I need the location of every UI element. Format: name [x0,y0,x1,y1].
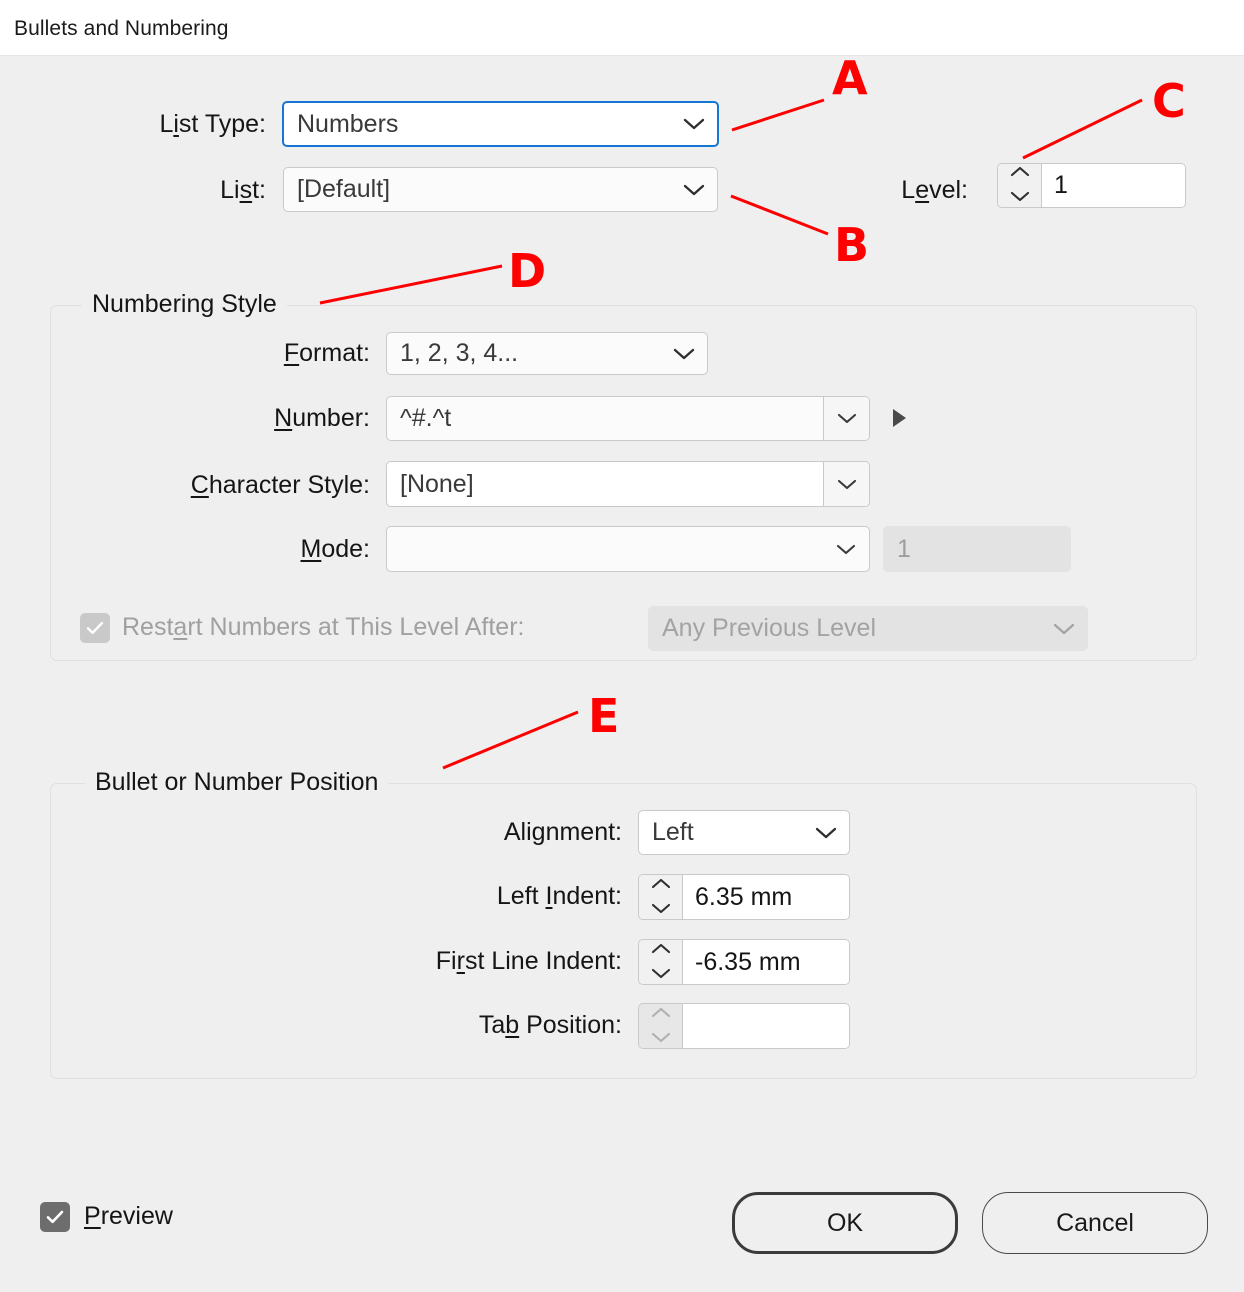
chevron-down-icon[interactable] [661,333,707,374]
mode-start-at-field: 1 [883,526,1071,572]
number-combobox[interactable]: ^#.^t [386,396,870,441]
level-label: Level: [901,176,968,204]
first-line-indent-spinner[interactable]: -6.35 mm [638,939,850,985]
ok-button[interactable]: OK [732,1192,958,1254]
chevron-down-icon[interactable] [651,1030,671,1048]
annotation-label-c: C [1152,74,1186,128]
bullet-position-group [50,783,1197,1079]
mode-combobox[interactable] [386,526,870,572]
character-style-combobox[interactable]: [None] [386,461,870,507]
tab-position-spinner-arrows[interactable] [639,1004,683,1048]
annotation-label-e: E [588,689,620,743]
chevron-down-icon[interactable] [671,168,717,211]
annotation-line-c [1022,98,1143,160]
format-value: 1, 2, 3, 4... [400,339,519,367]
left-indent-spinner[interactable]: 6.35 mm [638,874,850,920]
chevron-down-icon[interactable] [651,901,671,919]
chevron-down-icon[interactable] [823,462,869,506]
chevron-up-icon[interactable] [651,941,671,959]
annotation-label-d: D [508,244,547,298]
restart-numbers-checkbox[interactable] [80,613,110,643]
number-label: Number: [274,404,370,432]
checkmark-icon [85,620,105,636]
number-value: ^#.^t [400,404,452,432]
first-line-indent-label: First Line Indent: [435,947,622,975]
left-indent-input[interactable]: 6.35 mm [683,875,849,919]
format-label: Format: [283,339,370,367]
left-indent-label: Left Indent: [496,882,622,910]
chevron-up-icon[interactable] [651,876,671,894]
alignment-label: Alignment: [503,818,622,846]
level-input[interactable]: 1 [1042,164,1185,207]
list-type-label: List Type: [159,110,266,138]
bullet-position-legend: Bullet or Number Position [85,768,389,797]
annotation-line-e [442,710,579,770]
character-style-label: Character Style: [190,471,370,499]
chevron-down-icon[interactable] [823,397,869,440]
cancel-button[interactable]: Cancel [982,1192,1208,1254]
list-value: [Default] [297,175,391,203]
mode-label: Mode: [300,535,371,563]
chevron-down-icon[interactable] [1041,607,1087,650]
dialog-title: Bullets and Numbering [14,17,229,40]
left-indent-spinner-arrows[interactable] [639,875,683,919]
level-spinner-arrows[interactable] [998,164,1042,207]
character-style-value: [None] [400,469,474,498]
triangle-right-icon[interactable] [893,409,906,427]
tab-position-label: Tab Position: [478,1011,622,1039]
chevron-down-icon[interactable] [1010,189,1030,207]
list-type-combobox[interactable]: Numbers [282,101,719,147]
tab-position-input[interactable] [683,1004,849,1048]
annotation-label-b: B [834,218,870,272]
list-type-value: Numbers [297,109,399,138]
restart-numbers-after-value: Any Previous Level [662,614,877,642]
list-label: List: [220,176,266,204]
list-combobox[interactable]: [Default] [283,167,718,212]
checkmark-icon [45,1209,65,1225]
first-line-indent-input[interactable]: -6.35 mm [683,940,849,984]
numbering-style-legend: Numbering Style [82,290,287,319]
restart-numbers-after-combobox[interactable]: Any Previous Level [648,606,1088,651]
chevron-down-icon[interactable] [823,527,869,571]
chevron-down-icon[interactable] [671,103,717,145]
annotation-line-a [731,98,825,132]
annotation-line-d [319,264,503,305]
annotation-label-a: A [832,51,868,105]
chevron-up-icon[interactable] [1010,164,1030,182]
alignment-value: Left [652,818,694,846]
restart-numbers-label: Restart Numbers at This Level After: [122,613,525,641]
preview-label: Preview [84,1202,173,1230]
chevron-down-icon[interactable] [803,811,849,854]
first-line-indent-spinner-arrows[interactable] [639,940,683,984]
tab-position-spinner[interactable] [638,1003,850,1049]
preview-checkbox[interactable] [40,1202,70,1232]
dialog-titlebar: Bullets and Numbering [0,0,1244,56]
format-combobox[interactable]: 1, 2, 3, 4... [386,332,708,375]
alignment-combobox[interactable]: Left [638,810,850,855]
chevron-up-icon[interactable] [651,1005,671,1023]
level-spinner[interactable]: 1 [997,163,1186,208]
chevron-down-icon[interactable] [651,966,671,984]
